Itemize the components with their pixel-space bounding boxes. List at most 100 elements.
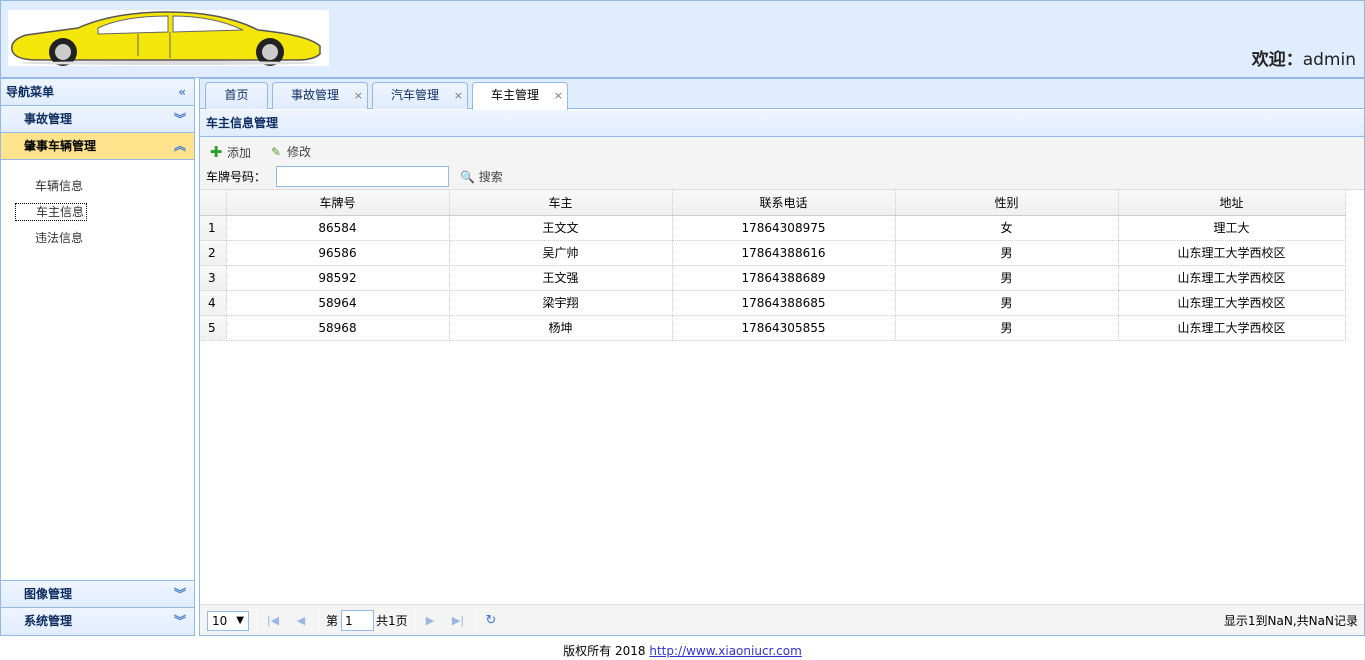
accordion-accident-management[interactable]: 事故管理 ︾	[1, 106, 194, 133]
gender-cell: 女	[895, 215, 1119, 241]
column-header[interactable]: 车主	[449, 190, 673, 216]
copyright-text: 版权所有 2018	[563, 644, 650, 658]
dropdown-arrow-icon: ▼	[236, 615, 244, 626]
search-label: 搜索	[478, 170, 503, 184]
address-cell: 山东理工大学西校区	[1118, 290, 1346, 316]
address-cell: 山东理工大学西校区	[1118, 265, 1346, 291]
page-total: 共1页	[376, 614, 408, 628]
tab-owner[interactable]: 车主管理 ×	[472, 82, 568, 110]
welcome-label: 欢迎：	[1251, 50, 1303, 70]
table-row[interactable]: 1 86584 王文文 17864308975 女 理工大	[200, 215, 1346, 241]
search-button[interactable]: 🔍 搜索	[460, 166, 520, 188]
chevron-down-icon: ︾	[173, 614, 186, 628]
nav-link-owner-info[interactable]: 车主信息	[15, 200, 194, 226]
prev-page-icon[interactable]: ◀	[292, 611, 310, 631]
accordion-label: 图像管理	[24, 587, 73, 601]
phone-cell: 17864305855	[672, 315, 896, 341]
main-panel: 首页 事故管理 × 汽车管理 × 车主管理 × 车主信息管理 ✚ 添加 ✎ 修改 车…	[199, 78, 1365, 636]
grid-title: 车主信息管理	[200, 110, 1364, 137]
column-header[interactable]: 联系电话	[672, 190, 896, 216]
accordion-system-management[interactable]: 系统管理 ︾	[1, 608, 194, 635]
plate-cell: 98592	[226, 265, 450, 291]
car-logo-image	[11, 11, 321, 66]
nav-link-vehicle-info[interactable]: 车辆信息	[35, 174, 194, 200]
phone-cell: 17864388685	[672, 290, 896, 316]
collapse-left-icon[interactable]: «	[178, 79, 186, 105]
row-number: 1	[200, 215, 227, 241]
add-label: 添加	[227, 146, 252, 160]
plate-cell: 58968	[226, 315, 450, 341]
divider	[257, 610, 258, 632]
tab-bar: 首页 事故管理 × 汽车管理 × 车主管理 ×	[200, 79, 1364, 110]
display-info: 显示1到NaN,共NaN记录	[1223, 614, 1358, 628]
welcome-text: 欢迎：admin	[1252, 45, 1356, 70]
row-number: 5	[200, 315, 227, 341]
chevron-down-icon: ︾	[173, 587, 186, 601]
column-header[interactable]: 车牌号	[226, 190, 450, 216]
owner-cell: 杨坤	[449, 315, 673, 341]
plate-number-input[interactable]	[276, 166, 449, 187]
row-number-header	[200, 190, 227, 216]
sidebar: 导航菜单 « 事故管理 ︾ 肇事车辆管理 ︽ 车辆信息 车主信息 违法信息 图像…	[0, 78, 195, 636]
accordion-image-management[interactable]: 图像管理 ︾	[1, 581, 194, 608]
phone-cell: 17864308975	[672, 215, 896, 241]
tab-car[interactable]: 汽车管理 ×	[372, 82, 468, 109]
car-logo	[8, 10, 329, 66]
last-page-icon[interactable]: ▶|	[449, 611, 467, 631]
table-row[interactable]: 2 96586 吴广帅 17864388616 男 山东理工大学西校区	[200, 240, 1346, 266]
row-number: 2	[200, 240, 227, 266]
owner-cell: 王文文	[449, 215, 673, 241]
owner-cell: 王文强	[449, 265, 673, 291]
accordion-label: 事故管理	[24, 112, 73, 126]
close-icon[interactable]: ×	[454, 83, 463, 108]
tab-home[interactable]: 首页	[205, 82, 268, 109]
page-prefix: 第	[326, 614, 339, 628]
row-number: 3	[200, 265, 227, 291]
nav-menu-title: 导航菜单 «	[1, 79, 194, 106]
add-button[interactable]: ✚ 添加	[208, 142, 251, 162]
edit-button[interactable]: ✎ 修改	[268, 142, 311, 162]
nav-link-label: 车主信息	[15, 203, 88, 221]
edit-label: 修改	[287, 145, 312, 159]
site-link[interactable]: http://www.xiaoniucr.com	[649, 644, 801, 658]
tab-label: 事故管理	[290, 88, 339, 102]
owner-cell: 吴广帅	[449, 240, 673, 266]
gender-cell: 男	[895, 240, 1119, 266]
accordion-body: 车辆信息 车主信息 违法信息	[1, 160, 194, 582]
header: 欢迎：admin	[0, 0, 1365, 78]
owner-table: 车牌号 车主 联系电话 性别 地址 1 86584 王文文 1786430897…	[200, 190, 1364, 604]
plate-number-label: 车牌号码：	[206, 170, 267, 184]
pagination-bar: 10 ▼ |◀ ◀ 第 共1页 ▶ ▶| ↻ 显示1到NaN,共NaN记录	[200, 604, 1364, 635]
row-number: 4	[200, 290, 227, 316]
next-page-icon[interactable]: ▶	[421, 611, 439, 631]
chevron-up-icon: ︽	[173, 139, 186, 153]
nav-link-label: 违法信息	[35, 231, 84, 245]
refresh-icon[interactable]: ↻	[482, 611, 500, 631]
table-row[interactable]: 3 98592 王文强 17864388689 男 山东理工大学西校区	[200, 265, 1346, 291]
pencil-icon: ✎	[270, 145, 282, 159]
page-size-value: 10	[212, 614, 228, 628]
first-page-icon[interactable]: |◀	[264, 611, 282, 631]
page-number-input[interactable]	[341, 610, 374, 631]
divider	[475, 610, 476, 632]
nav-menu-title-text: 导航菜单	[6, 85, 55, 99]
table-header-row: 车牌号 车主 联系电话 性别 地址	[200, 190, 1346, 216]
nav-link-label: 车辆信息	[35, 179, 84, 193]
address-cell: 山东理工大学西校区	[1118, 240, 1346, 266]
column-header[interactable]: 性别	[895, 190, 1119, 216]
column-header[interactable]: 地址	[1118, 190, 1346, 216]
nav-link-violation-info[interactable]: 违法信息	[35, 226, 194, 252]
tab-accident[interactable]: 事故管理 ×	[272, 82, 368, 109]
plate-cell: 86584	[226, 215, 450, 241]
plate-cell: 58964	[226, 290, 450, 316]
table-row[interactable]: 4 58964 梁宇翔 17864388685 男 山东理工大学西校区	[200, 290, 1346, 316]
page-size-select[interactable]: 10 ▼	[207, 611, 249, 631]
table-row[interactable]: 5 58968 杨坤 17864305855 男 山东理工大学西校区	[200, 315, 1346, 341]
close-icon[interactable]: ×	[554, 83, 563, 108]
accordion-vehicle-management[interactable]: 肇事车辆管理 ︽	[1, 133, 194, 160]
close-icon[interactable]: ×	[354, 83, 363, 108]
plate-cell: 96586	[226, 240, 450, 266]
phone-cell: 17864388689	[672, 265, 896, 291]
gender-cell: 男	[895, 290, 1119, 316]
divider	[414, 610, 415, 632]
